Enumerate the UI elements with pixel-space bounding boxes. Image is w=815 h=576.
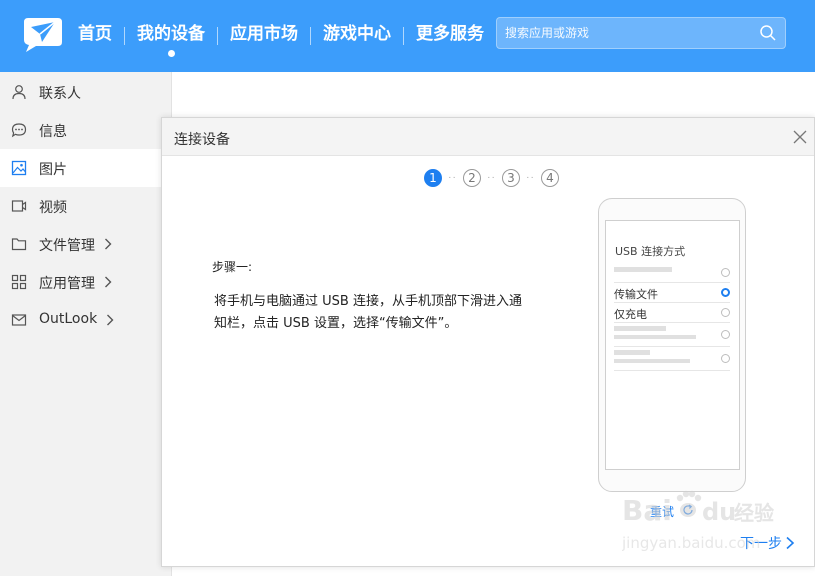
usb-mode-title: USB 连接方式	[615, 245, 686, 258]
sidebar: 联系人 信息 图片 视频 文件管理 应用管理 OutLook	[0, 72, 172, 576]
paper-plane-logo-icon[interactable]	[20, 14, 64, 54]
chevron-right-icon	[105, 238, 112, 250]
search-icon[interactable]	[759, 24, 777, 42]
step-connector: ··	[448, 172, 457, 183]
sidebar-item-label: OutLook	[39, 311, 98, 327]
dialog-title-bar: 连接设备	[162, 118, 814, 156]
phone-screen: USB 连接方式 传输文件 仅充电	[605, 220, 740, 470]
person-icon	[12, 85, 26, 100]
step-connector: ··	[526, 172, 535, 183]
radio-unselected	[721, 330, 730, 339]
nav-my-device[interactable]: 我的设备	[125, 0, 217, 72]
placeholder-line	[614, 326, 666, 331]
phone-illustration: USB 连接方式 传输文件 仅充电	[598, 198, 746, 492]
step-4: 4	[541, 169, 559, 187]
sidebar-item-messages[interactable]: 信息	[0, 111, 172, 149]
radio-selected	[721, 288, 730, 297]
sidebar-item-file-manager[interactable]: 文件管理	[0, 225, 172, 263]
sidebar-item-outlook[interactable]: OutLook	[0, 301, 172, 339]
usb-option-label: 仅充电	[614, 308, 647, 321]
folder-icon	[11, 238, 27, 251]
sidebar-item-contacts[interactable]: 联系人	[0, 73, 172, 111]
image-icon	[11, 160, 27, 176]
nav-home[interactable]: 首页	[66, 0, 124, 72]
radio-unselected	[721, 354, 730, 363]
top-header: 首页 我的设备 应用市场 游戏中心 更多服务	[0, 0, 815, 72]
connect-device-dialog: 连接设备 1 ·· 2 ·· 3 ·· 4 步骤一: 将手机与电脑通过 USB …	[161, 117, 815, 567]
placeholder-line	[614, 335, 696, 339]
sidebar-item-label: 视频	[39, 200, 67, 216]
sidebar-item-videos[interactable]: 视频	[0, 187, 172, 225]
usb-option-placeholder	[614, 263, 730, 283]
sidebar-item-label: 信息	[39, 124, 67, 140]
step-connector: ··	[487, 172, 496, 183]
chevron-right-icon	[107, 314, 114, 326]
search-box[interactable]	[496, 17, 786, 49]
step-3: 3	[502, 169, 520, 187]
dialog-title: 连接设备	[174, 132, 230, 148]
step-description: 将手机与电脑通过 USB 连接，从手机顶部下滑进入通知栏，点击 USB 设置，选…	[214, 294, 522, 331]
placeholder-line	[614, 350, 650, 355]
placeholder-line	[614, 267, 672, 272]
sidebar-item-label: 文件管理	[39, 238, 95, 254]
placeholder-line	[614, 359, 690, 363]
nav-more-services[interactable]: 更多服务	[404, 0, 496, 72]
video-icon	[11, 200, 27, 212]
sidebar-item-pictures[interactable]: 图片	[0, 149, 172, 187]
radio-unselected	[721, 268, 730, 277]
step-2: 2	[463, 169, 481, 187]
sidebar-item-label: 应用管理	[39, 276, 95, 292]
sidebar-item-label: 联系人	[39, 86, 81, 102]
search-input[interactable]	[505, 18, 745, 48]
sidebar-item-label: 图片	[39, 162, 67, 178]
chevron-right-icon[interactable]	[784, 536, 796, 550]
usb-option-label: 传输文件	[614, 288, 658, 301]
step-heading: 步骤一:	[212, 260, 253, 274]
nav-app-market[interactable]: 应用市场	[218, 0, 310, 72]
step-1: 1	[424, 169, 442, 187]
retry-link[interactable]: 重试	[650, 503, 674, 520]
apps-grid-icon	[11, 274, 27, 290]
main-nav: 首页 我的设备 应用市场 游戏中心 更多服务	[66, 0, 496, 72]
mail-icon	[11, 314, 27, 326]
radio-unselected	[721, 308, 730, 317]
usb-option-file-transfer: 传输文件	[614, 283, 730, 303]
refresh-icon[interactable]	[682, 504, 694, 516]
active-indicator-dot	[168, 50, 175, 57]
nav-game-center[interactable]: 游戏中心	[311, 0, 403, 72]
message-icon	[11, 123, 27, 138]
chevron-right-icon	[105, 276, 112, 288]
usb-option-charge-only: 仅充电	[614, 303, 730, 323]
usb-option-placeholder	[614, 323, 730, 347]
next-step-button[interactable]: 下一步	[740, 533, 782, 553]
sidebar-item-app-manager[interactable]: 应用管理	[0, 263, 172, 301]
usb-option-placeholder	[614, 347, 730, 371]
step-indicator: 1 ·· 2 ·· 3 ·· 4	[424, 167, 559, 189]
close-icon[interactable]	[792, 129, 808, 145]
